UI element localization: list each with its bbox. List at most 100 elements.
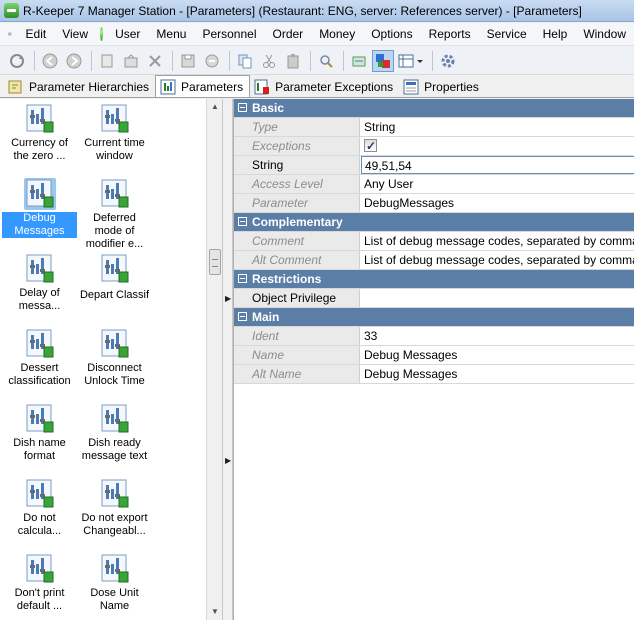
property-name: Exceptions xyxy=(234,137,360,155)
parameter-list-item[interactable]: Do not export Changeabl... xyxy=(77,474,152,538)
tab-parameters[interactable]: Parameters xyxy=(155,75,251,97)
menu-options[interactable]: Options xyxy=(363,24,420,45)
parameter-list-item[interactable]: Depart Classif xyxy=(77,249,152,302)
cancel-icon[interactable] xyxy=(201,50,223,72)
parameter-list-item[interactable]: Currency of the zero ... xyxy=(2,99,77,163)
tab-label: Parameters xyxy=(181,79,244,94)
property-row-string[interactable]: String 49,51,54 xyxy=(234,156,634,175)
property-row-alt-name[interactable]: Alt Name Debug Messages xyxy=(234,365,634,384)
delete-icon[interactable] xyxy=(144,50,166,72)
document-menu-icon[interactable] xyxy=(8,26,12,42)
parameter-list-item[interactable]: Deferred mode of modifier e... xyxy=(77,174,152,251)
forward-icon[interactable] xyxy=(63,50,85,72)
menu-order[interactable]: Order xyxy=(265,24,312,45)
parameter-icon xyxy=(24,103,56,135)
property-value: 33 xyxy=(364,329,378,343)
parameter-list-item[interactable]: Current time window xyxy=(77,99,152,163)
tab-parameter-hierarchies[interactable]: Parameter Hierarchies xyxy=(4,76,155,97)
parameter-list-item[interactable]: Don't print default ... xyxy=(2,549,77,613)
window-title: R-Keeper 7 Manager Station - [Parameters… xyxy=(23,3,582,18)
parameter-list-item[interactable]: Do not calcula... xyxy=(2,474,77,538)
property-row-exceptions[interactable]: Exceptions xyxy=(234,137,634,156)
view-mode-icon[interactable] xyxy=(396,50,426,72)
toolbar-separator xyxy=(229,50,230,71)
section-title: Main xyxy=(252,310,280,324)
menu-reports[interactable]: Reports xyxy=(421,24,479,45)
scroll-up-icon[interactable]: ▲ xyxy=(207,99,223,115)
menu-menu[interactable]: Menu xyxy=(148,24,194,45)
back-icon[interactable] xyxy=(39,50,61,72)
section-restrictions[interactable]: Restrictions xyxy=(234,270,634,289)
tab-properties[interactable]: Properties xyxy=(399,76,485,97)
search-icon[interactable] xyxy=(315,50,337,72)
parameters-icon xyxy=(160,79,176,94)
section-complementary[interactable]: Complementary xyxy=(234,213,634,232)
parameter-list-label: Dose Unit Name xyxy=(90,587,139,612)
splitter-collapse-icon[interactable]: ▶ xyxy=(225,456,231,465)
parameter-list-label: Do not calcula... xyxy=(17,512,62,537)
tab-parameter-exceptions[interactable]: Parameter Exceptions xyxy=(250,76,399,97)
collapse-icon[interactable] xyxy=(238,312,247,321)
color-icon[interactable] xyxy=(372,49,394,72)
toolbar-separator xyxy=(432,50,433,71)
parameter-list-item[interactable]: Dessert classification xyxy=(2,324,77,388)
splitter-expand-icon[interactable]: ▶ xyxy=(225,294,231,303)
parameter-list-label: Currency of the zero ... xyxy=(11,137,68,162)
collapse-icon[interactable] xyxy=(238,103,247,112)
new-icon[interactable] xyxy=(96,50,118,72)
pane-splitter[interactable]: ▶ ▶ xyxy=(222,99,233,620)
section-title: Complementary xyxy=(252,215,343,229)
section-basic[interactable]: Basic xyxy=(234,99,634,118)
property-grid: Basic Type String Exceptions String 49,5… xyxy=(233,99,634,620)
parameter-list-item[interactable]: Delay of messa... xyxy=(2,249,77,313)
save-icon[interactable] xyxy=(177,50,199,72)
parameter-list-item[interactable]: Debug Messages xyxy=(2,174,77,238)
menu-help[interactable]: Help xyxy=(535,24,576,45)
copy-icon[interactable] xyxy=(234,50,256,72)
property-value xyxy=(361,137,634,155)
property-row-type[interactable]: Type String xyxy=(234,118,634,137)
property-name: Alt Name xyxy=(234,365,360,383)
string-value-input[interactable]: 49,51,54 xyxy=(361,156,634,174)
scroll-down-icon[interactable]: ▼ xyxy=(207,604,223,620)
property-row-parameter[interactable]: Parameter DebugMessages xyxy=(234,194,634,213)
menu-user[interactable]: User xyxy=(107,24,148,45)
paste-icon[interactable] xyxy=(282,50,304,72)
menu-service[interactable]: Service xyxy=(479,24,535,45)
scroll-thumb[interactable] xyxy=(209,249,221,275)
exceptions-checkbox[interactable] xyxy=(364,137,377,155)
property-row-ident[interactable]: Ident 33 xyxy=(234,327,634,346)
property-value[interactable] xyxy=(361,289,634,307)
property-value: Any User xyxy=(364,177,414,191)
menu-view[interactable]: View xyxy=(54,24,96,45)
menu-edit[interactable]: Edit xyxy=(18,24,55,45)
vertical-scrollbar[interactable]: ▲ ▼ xyxy=(206,99,222,620)
collapse-icon[interactable] xyxy=(238,274,247,283)
menu-window[interactable]: Window xyxy=(575,24,634,45)
collapse-icon[interactable] xyxy=(238,217,247,226)
section-main[interactable]: Main xyxy=(234,308,634,327)
parameter-list-item[interactable]: Dish name format xyxy=(2,399,77,463)
settings-icon[interactable] xyxy=(437,50,459,72)
refresh-icon[interactable] xyxy=(6,50,28,72)
cut-icon[interactable] xyxy=(258,50,280,72)
parameter-icon xyxy=(99,328,131,360)
edit-icon[interactable] xyxy=(120,50,142,72)
parameter-icon-list: Currency of the zero ... Current time win… xyxy=(0,99,206,620)
parameter-icon xyxy=(99,103,131,135)
property-name: Access Level xyxy=(234,175,360,193)
parameter-list-label: Do not export Changeabl... xyxy=(81,512,148,537)
parameter-list-item[interactable]: Dish ready message text xyxy=(77,399,152,463)
property-value: Debug Messages xyxy=(364,348,458,362)
property-row-access-level[interactable]: Access Level Any User xyxy=(234,175,634,194)
property-row-comment[interactable]: Comment List of debug message codes, sep… xyxy=(234,232,634,251)
property-row-alt-comment[interactable]: Alt Comment List of debug message codes,… xyxy=(234,251,634,270)
menu-money[interactable]: Money xyxy=(311,24,363,45)
status-green-icon xyxy=(100,27,104,41)
filter-icon[interactable] xyxy=(348,50,370,72)
property-row-name[interactable]: Name Debug Messages xyxy=(234,346,634,365)
property-row-object-privilege[interactable]: Object Privilege xyxy=(234,289,634,308)
parameter-list-item[interactable]: Dose Unit Name xyxy=(77,549,152,613)
parameter-list-item[interactable]: Disconnect Unlock Time xyxy=(77,324,152,388)
menu-personnel[interactable]: Personnel xyxy=(194,24,264,45)
